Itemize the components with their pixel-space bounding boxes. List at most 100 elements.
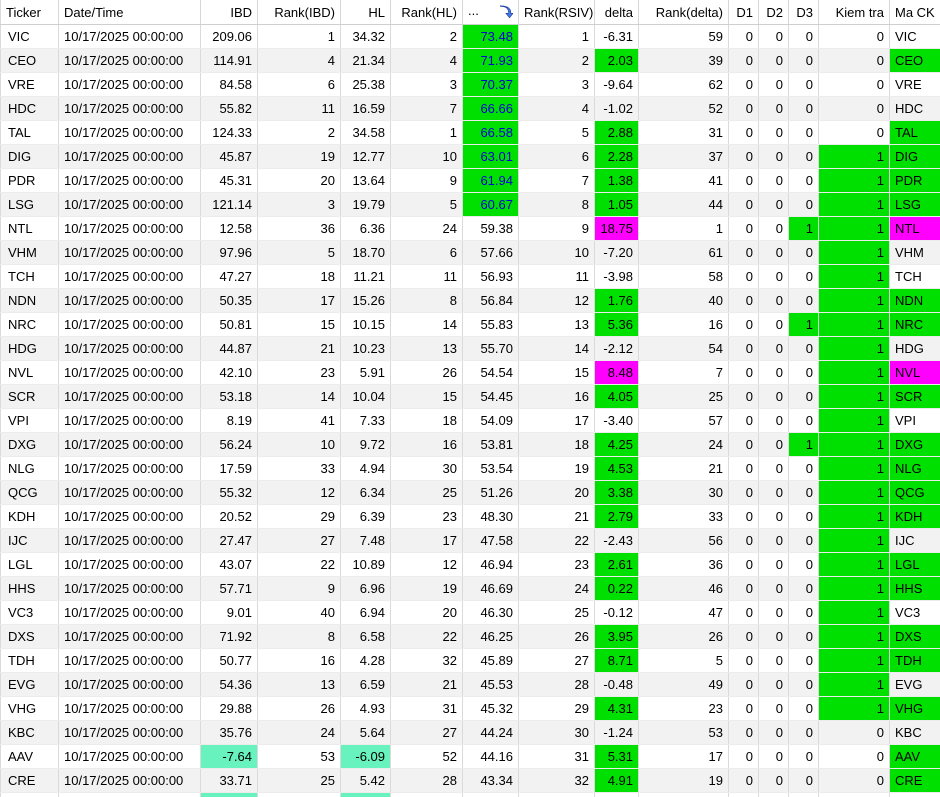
cell-ma_ck[interactable]: NVL bbox=[889, 360, 940, 385]
cell-kiem_tra[interactable]: 0 bbox=[818, 72, 890, 97]
cell-delta[interactable]: 8.71 bbox=[594, 648, 639, 673]
cell-ibd[interactable]: 50.81 bbox=[200, 312, 258, 337]
cell-rank_rsiv[interactable]: 24 bbox=[518, 576, 595, 601]
cell-rank_hl[interactable]: 7 bbox=[390, 96, 463, 121]
cell-kiem_tra[interactable]: 1 bbox=[818, 384, 890, 409]
cell-ticker[interactable]: NTL bbox=[0, 216, 59, 241]
cell-ticker[interactable]: PDR bbox=[0, 168, 59, 193]
cell-rsiv[interactable] bbox=[462, 792, 519, 797]
cell-rank_rsiv[interactable]: 27 bbox=[518, 648, 595, 673]
cell-rank_delta[interactable]: 54 bbox=[638, 336, 729, 361]
cell-datetime[interactable]: 10/17/2025 00:00:00 bbox=[58, 360, 201, 385]
cell-ibd[interactable]: 45.31 bbox=[200, 168, 258, 193]
cell-ibd[interactable]: 42.10 bbox=[200, 360, 258, 385]
cell-ma_ck[interactable]: HDG bbox=[889, 336, 940, 361]
cell-d2[interactable]: 0 bbox=[758, 360, 789, 385]
cell-datetime[interactable]: 10/17/2025 00:00:00 bbox=[58, 24, 201, 49]
cell-rank_rsiv[interactable]: 1 bbox=[518, 24, 595, 49]
cell-rank_rsiv[interactable]: 17 bbox=[518, 408, 595, 433]
cell-ticker[interactable]: TAL bbox=[0, 120, 59, 145]
cell-kiem_tra[interactable]: 1 bbox=[818, 576, 890, 601]
cell-rank_hl[interactable]: 5 bbox=[390, 192, 463, 217]
cell-d1[interactable]: 0 bbox=[728, 288, 759, 313]
cell-rsiv[interactable]: 45.53 bbox=[462, 672, 519, 697]
cell-rank_rsiv[interactable]: 23 bbox=[518, 552, 595, 577]
cell-datetime[interactable]: 10/17/2025 00:00:00 bbox=[58, 72, 201, 97]
cell-delta[interactable]: 1.05 bbox=[594, 192, 639, 217]
column-header-datetime[interactable]: Date/Time bbox=[58, 0, 201, 25]
cell-d3[interactable]: 0 bbox=[788, 72, 819, 97]
cell-hl[interactable]: 16.59 bbox=[340, 96, 391, 121]
cell-ibd[interactable]: 9.01 bbox=[200, 600, 258, 625]
cell-ma_ck[interactable]: NLG bbox=[889, 456, 940, 481]
table-row[interactable]: DXG 10/17/2025 00:00:00 56.24 10 9.72 16 53.81… bbox=[0, 432, 940, 457]
column-header-ticker[interactable]: Ticker bbox=[0, 0, 59, 25]
cell-ma_ck[interactable]: IJC bbox=[889, 528, 940, 553]
cell-ticker[interactable]: TCH bbox=[0, 264, 59, 289]
cell-rsiv[interactable]: 46.25 bbox=[462, 624, 519, 649]
cell-datetime[interactable]: 10/17/2025 00:00:00 bbox=[58, 624, 201, 649]
cell-datetime[interactable]: 10/17/2025 00:00:00 bbox=[58, 648, 201, 673]
table-row[interactable]: VPI 10/17/2025 00:00:00 8.19 41 7.33 18 54.09 1… bbox=[0, 408, 940, 433]
cell-rank_delta[interactable]: 30 bbox=[638, 480, 729, 505]
cell-rank_delta[interactable]: 33 bbox=[638, 504, 729, 529]
cell-rank_rsiv[interactable]: 15 bbox=[518, 360, 595, 385]
cell-delta[interactable]: -6.31 bbox=[594, 24, 639, 49]
cell-datetime[interactable]: 10/17/2025 00:00:00 bbox=[58, 120, 201, 145]
table-row-partial[interactable] bbox=[0, 792, 940, 797]
cell-kiem_tra[interactable]: 1 bbox=[818, 336, 890, 361]
cell-rank_delta[interactable]: 37 bbox=[638, 144, 729, 169]
cell-d3[interactable]: 0 bbox=[788, 240, 819, 265]
cell-ibd[interactable]: 53.18 bbox=[200, 384, 258, 409]
cell-rank_delta[interactable]: 1 bbox=[638, 216, 729, 241]
cell-d3[interactable]: 0 bbox=[788, 336, 819, 361]
cell-ibd[interactable]: 97.96 bbox=[200, 240, 258, 265]
cell-d2[interactable]: 0 bbox=[758, 336, 789, 361]
cell-d3[interactable]: 0 bbox=[788, 576, 819, 601]
cell-delta[interactable]: 2.61 bbox=[594, 552, 639, 577]
cell-delta[interactable]: 4.05 bbox=[594, 384, 639, 409]
cell-ibd[interactable]: 44.87 bbox=[200, 336, 258, 361]
cell-d2[interactable]: 0 bbox=[758, 48, 789, 73]
cell-d1[interactable]: 0 bbox=[728, 360, 759, 385]
cell-ma_ck[interactable]: TAL bbox=[889, 120, 940, 145]
cell-ibd[interactable]: 209.06 bbox=[200, 24, 258, 49]
cell-ma_ck[interactable]: VHM bbox=[889, 240, 940, 265]
cell-d1[interactable]: 0 bbox=[728, 216, 759, 241]
cell-rank_hl[interactable]: 14 bbox=[390, 312, 463, 337]
cell-rank_hl[interactable]: 18 bbox=[390, 408, 463, 433]
cell-d3[interactable]: 0 bbox=[788, 144, 819, 169]
cell-ibd[interactable]: 17.59 bbox=[200, 456, 258, 481]
cell-rank_ibd[interactable]: 9 bbox=[257, 576, 341, 601]
cell-kiem_tra[interactable]: 1 bbox=[818, 312, 890, 337]
cell-kiem_tra[interactable]: 1 bbox=[818, 600, 890, 625]
column-header-rank_rsiv[interactable]: Rank(RSIV) bbox=[518, 0, 595, 25]
cell-d2[interactable]: 0 bbox=[758, 696, 789, 721]
cell-kiem_tra[interactable]: 1 bbox=[818, 624, 890, 649]
cell-d2[interactable]: 0 bbox=[758, 288, 789, 313]
cell-d2[interactable]: 0 bbox=[758, 624, 789, 649]
cell-ma_ck[interactable]: LGL bbox=[889, 552, 940, 577]
cell-datetime[interactable]: 10/17/2025 00:00:00 bbox=[58, 552, 201, 577]
cell-rank_hl[interactable]: 23 bbox=[390, 504, 463, 529]
cell-rank_hl[interactable]: 9 bbox=[390, 168, 463, 193]
cell-ibd[interactable]: 33.71 bbox=[200, 768, 258, 793]
cell-ibd[interactable]: 43.07 bbox=[200, 552, 258, 577]
cell-d1[interactable]: 0 bbox=[728, 192, 759, 217]
cell-d2[interactable]: 0 bbox=[758, 432, 789, 457]
cell-delta[interactable]: -3.40 bbox=[594, 408, 639, 433]
cell-kiem_tra[interactable]: 1 bbox=[818, 432, 890, 457]
cell-rank_delta[interactable] bbox=[638, 792, 729, 797]
table-row[interactable]: PDR 10/17/2025 00:00:00 45.31 20 13.64 9 61.94… bbox=[0, 168, 940, 193]
cell-datetime[interactable]: 10/17/2025 00:00:00 bbox=[58, 144, 201, 169]
table-row[interactable]: HDG 10/17/2025 00:00:00 44.87 21 10.23 13 55.7… bbox=[0, 336, 940, 361]
cell-datetime[interactable]: 10/17/2025 00:00:00 bbox=[58, 216, 201, 241]
cell-ibd[interactable]: 50.35 bbox=[200, 288, 258, 313]
cell-ma_ck[interactable]: KBC bbox=[889, 720, 940, 745]
cell-d3[interactable]: 0 bbox=[788, 456, 819, 481]
cell-d1[interactable]: 0 bbox=[728, 432, 759, 457]
column-header-d1[interactable]: D1 bbox=[728, 0, 759, 25]
cell-delta[interactable]: 0.22 bbox=[594, 576, 639, 601]
cell-ma_ck[interactable]: VHG bbox=[889, 696, 940, 721]
cell-d1[interactable]: 0 bbox=[728, 552, 759, 577]
